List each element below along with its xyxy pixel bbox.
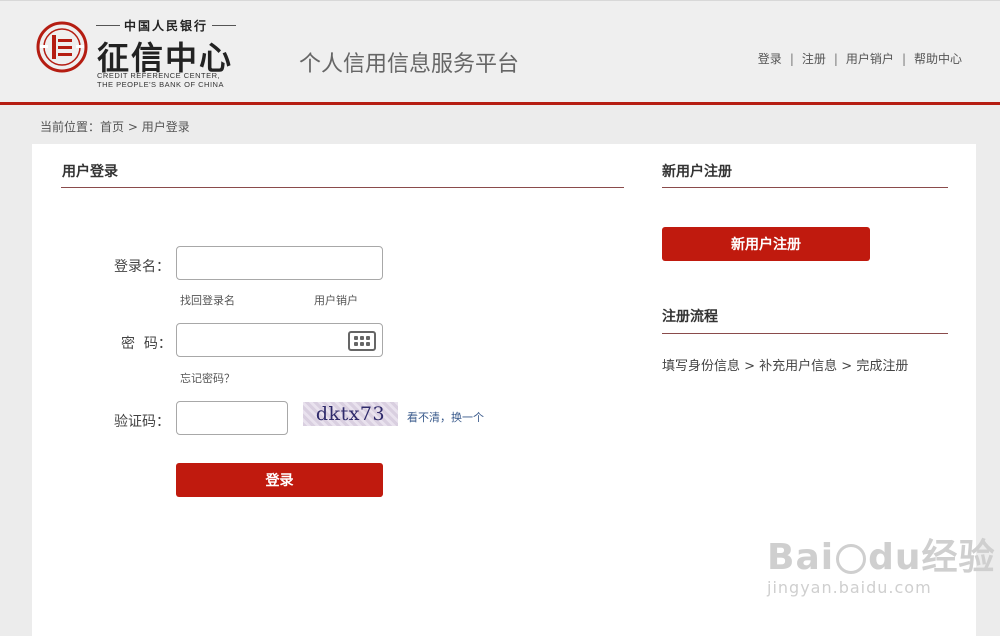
nav-login-link[interactable]: 登录: [758, 50, 782, 67]
nav-cancel-account-link[interactable]: 用户销户: [846, 50, 894, 67]
watermark-url: jingyan.baidu.com: [767, 578, 932, 597]
soft-keyboard-icon[interactable]: [348, 331, 376, 351]
breadcrumb-separator: >: [124, 120, 142, 134]
credit-center-logo-icon: [36, 21, 88, 73]
watermark-text-c: 经验: [921, 537, 996, 578]
username-label: 登录名：: [114, 259, 170, 275]
register-section-title: 新用户注册: [662, 164, 732, 180]
register-flow-divider: [662, 333, 948, 334]
find-username-link[interactable]: 找回登录名: [180, 292, 235, 308]
password-label: 密 码：: [121, 336, 172, 352]
nav-separator: |: [789, 51, 794, 66]
breadcrumb-current: 用户登录: [141, 120, 190, 134]
cancel-account-link[interactable]: 用户销户: [314, 292, 358, 308]
refresh-captcha-link[interactable]: 看不清，换一个: [407, 409, 484, 425]
paw-icon: [836, 544, 867, 574]
captcha-image[interactable]: dktx73: [303, 402, 398, 426]
top-nav: 登录 | 注册 | 用户销户 | 帮助中心: [758, 50, 962, 67]
username-input[interactable]: [176, 246, 383, 280]
nav-help-center-link[interactable]: 帮助中心: [914, 50, 962, 67]
login-button[interactable]: 登录: [176, 463, 383, 497]
captcha-input[interactable]: [176, 401, 288, 435]
nav-separator: |: [833, 51, 838, 66]
login-section-title: 用户登录: [62, 164, 118, 180]
register-flow-steps: 填写身份信息 > 补充用户信息 > 完成注册: [662, 359, 909, 374]
forgot-password-link[interactable]: 忘记密码？: [180, 370, 235, 386]
register-flow-title: 注册流程: [662, 309, 718, 325]
center-english-name-line2: THE PEOPLE'S BANK OF CHINA: [97, 80, 224, 89]
baidu-jingyan-watermark: Bai du经验 jingyan.baidu.com: [767, 528, 996, 597]
captcha-label: 验证码：: [114, 414, 170, 430]
watermark-text-a: Bai: [767, 537, 835, 578]
header-divider: [0, 102, 1000, 105]
platform-title: 个人信用信息服务平台: [299, 52, 520, 77]
nav-register-link[interactable]: 注册: [802, 50, 826, 67]
bank-name: 中国人民银行: [96, 17, 237, 34]
new-user-register-button[interactable]: 新用户注册: [662, 227, 870, 261]
register-section-divider: [662, 187, 948, 188]
breadcrumb-prefix: 当前位置：: [40, 120, 101, 134]
login-section-divider: [61, 187, 624, 188]
nav-separator: |: [901, 51, 906, 66]
breadcrumb: 当前位置：首页 > 用户登录: [40, 118, 190, 135]
bank-name-text: 中国人民银行: [124, 19, 209, 33]
breadcrumb-home-link[interactable]: 首页: [100, 120, 124, 134]
watermark-text-b: du: [868, 537, 922, 578]
center-english-name-line1: CREDIT REFERENCE CENTER,: [97, 71, 221, 80]
site-header: 中国人民银行 征信中心 CREDIT REFERENCE CENTER, THE…: [0, 0, 1000, 102]
